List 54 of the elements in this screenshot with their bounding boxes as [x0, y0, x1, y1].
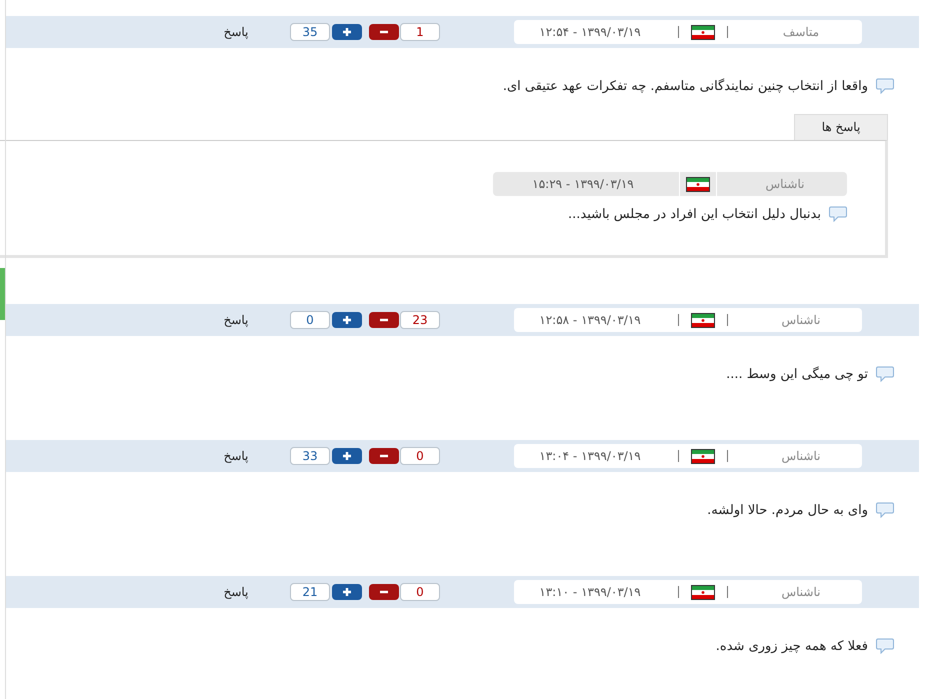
- comment-author: ناشناس: [780, 585, 822, 599]
- flag-icon: [691, 448, 715, 464]
- dislike-button[interactable]: [369, 584, 399, 600]
- dislike-count: 23: [400, 311, 440, 329]
- like-count: 33: [290, 447, 330, 465]
- comment-text: تو چی میگی این وسط ....: [726, 366, 868, 382]
- minus-icon: [379, 30, 389, 34]
- dislike-button[interactable]: [369, 312, 399, 328]
- reply-link[interactable]: پاسخ: [216, 313, 256, 327]
- comment-date: ۱۳۹۹/۰۳/۱۹ - ۱۲:۵۴: [538, 25, 642, 39]
- replies-tab[interactable]: پاسخ ها: [794, 114, 888, 140]
- like-button[interactable]: [332, 312, 362, 328]
- speech-bubble-icon: [876, 502, 894, 518]
- speech-bubble-icon: [876, 638, 894, 654]
- reply-link[interactable]: پاسخ: [216, 25, 256, 39]
- flag-icon: [691, 312, 715, 328]
- comment-text: فعلا که همه چیز زوری شده.: [716, 638, 868, 654]
- flag-icon: [691, 24, 715, 40]
- minus-icon: [379, 318, 389, 322]
- dislike-button[interactable]: [369, 448, 399, 464]
- speech-bubble-icon: [876, 78, 894, 94]
- speech-bubble-icon: [829, 206, 847, 222]
- comment-date: ۱۳۹۹/۰۳/۱۹ - ۱۳:۰۴: [538, 449, 642, 463]
- minus-icon: [379, 590, 389, 594]
- reply-link[interactable]: پاسخ: [216, 449, 256, 463]
- comment-date: ۱۳۹۹/۰۳/۱۹ - ۱۳:۱۰: [538, 585, 642, 599]
- plus-icon: [342, 315, 352, 325]
- minus-icon: [379, 454, 389, 458]
- reply-link[interactable]: پاسخ: [216, 585, 256, 599]
- dislike-button[interactable]: [369, 24, 399, 40]
- dislike-count: 1: [400, 23, 440, 41]
- plus-icon: [342, 587, 352, 597]
- reply-date: ۱۳۹۹/۰۳/۱۹ - ۱۵:۲۹: [531, 177, 635, 191]
- reply-text: بدنبال دلیل انتخاب این افراد در مجلس باشید...: [568, 206, 821, 222]
- comment-text: وای به حال مردم. حالا اولشه.: [707, 502, 868, 518]
- comment-author: ناشناس: [780, 313, 822, 327]
- reply-author: ناشناس: [764, 177, 806, 191]
- speech-bubble-icon: [876, 366, 894, 382]
- comment-date: ۱۳۹۹/۰۳/۱۹ - ۱۲:۵۸: [538, 313, 642, 327]
- like-button[interactable]: [332, 24, 362, 40]
- flag-icon: [691, 584, 715, 600]
- plus-icon: [342, 451, 352, 461]
- like-button[interactable]: [332, 584, 362, 600]
- like-count: 35: [290, 23, 330, 41]
- dislike-count: 0: [400, 583, 440, 601]
- comment-text: واقعا از انتخاب چنین نمایندگانی متاسفم. چه تفکرات عهد عتیقی ای.: [502, 78, 868, 94]
- plus-icon: [342, 27, 352, 37]
- like-count: 21: [290, 583, 330, 601]
- like-button[interactable]: [332, 448, 362, 464]
- like-count: 0: [290, 311, 330, 329]
- comment-author: متاسف: [782, 25, 820, 39]
- flag-icon: [686, 176, 710, 192]
- dislike-count: 0: [400, 447, 440, 465]
- comment-author: ناشناس: [780, 449, 822, 463]
